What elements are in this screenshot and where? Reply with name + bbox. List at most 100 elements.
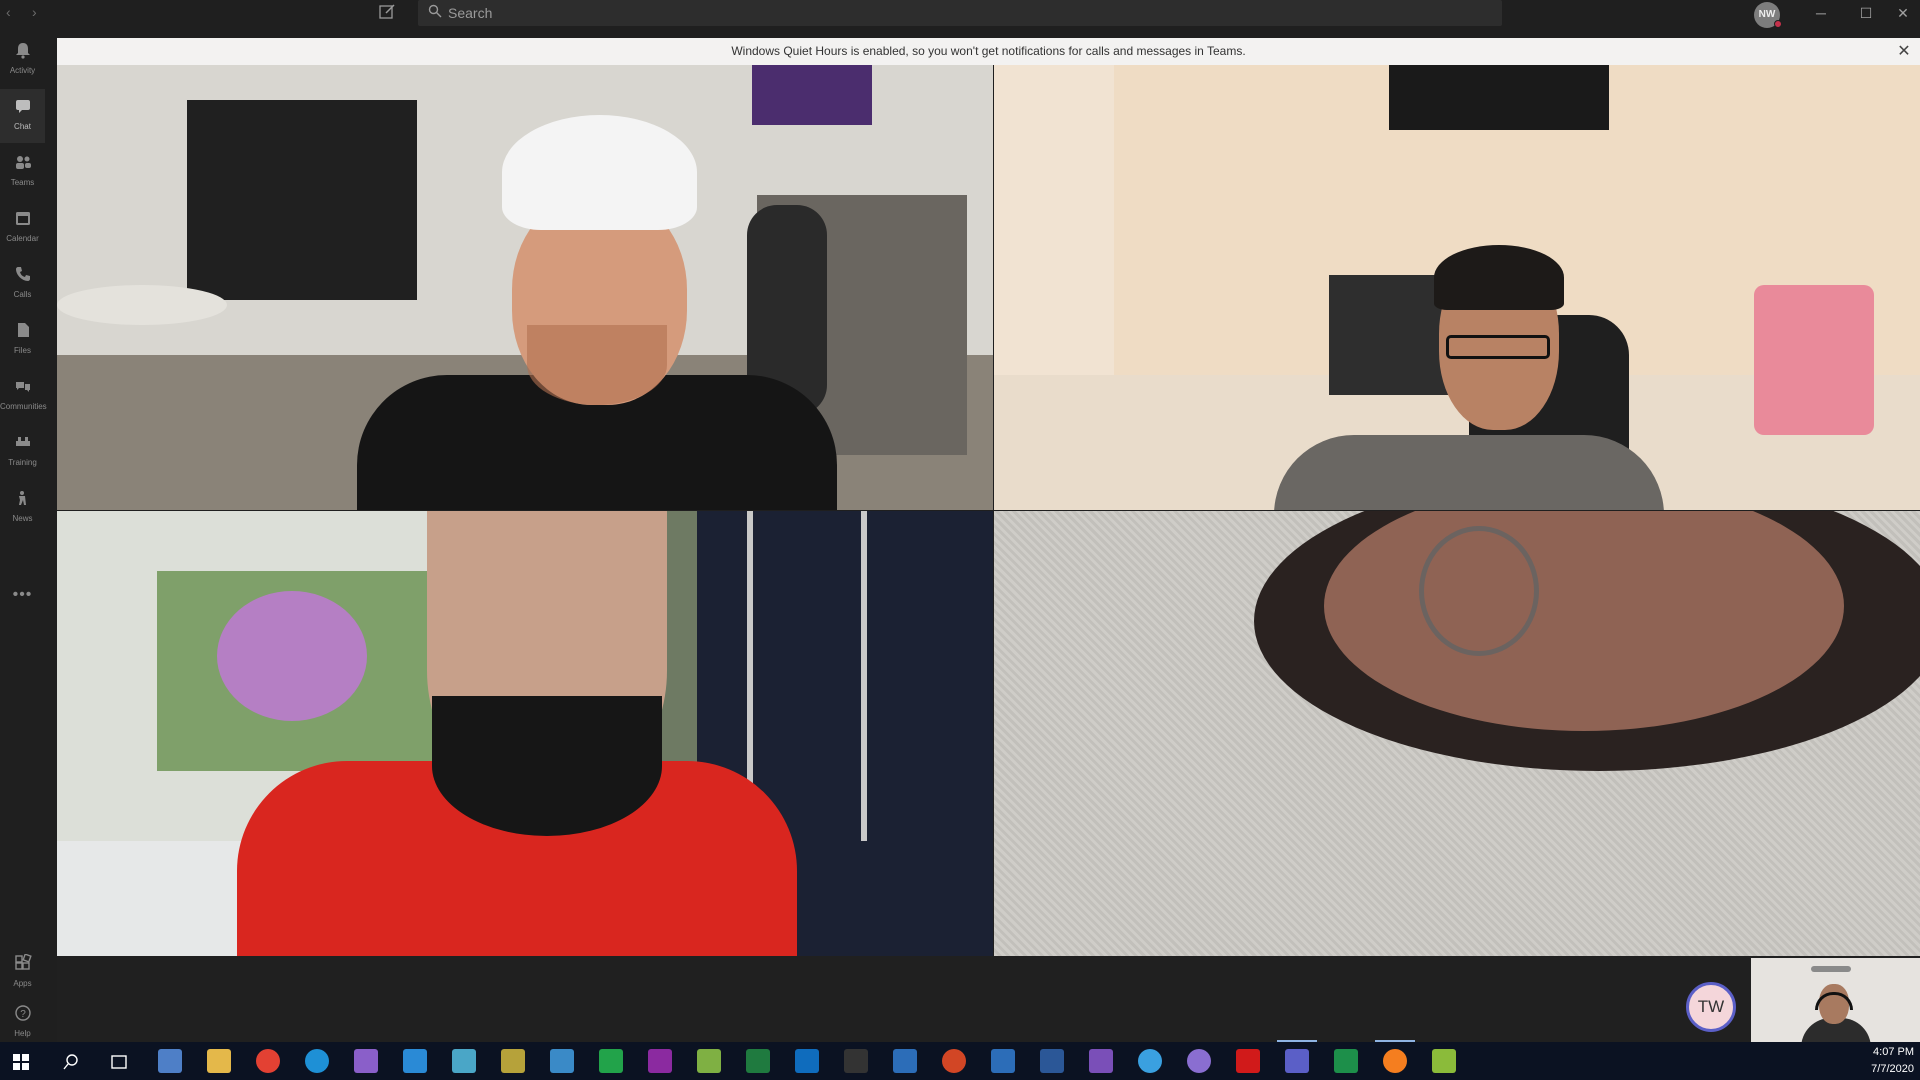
taskbar-search-icon[interactable] — [62, 1053, 80, 1071]
forward-arrow-icon[interactable]: › — [32, 4, 37, 20]
rail-label: Activity — [9, 66, 36, 75]
terminal-icon[interactable] — [844, 1049, 868, 1073]
compose-icon[interactable] — [378, 3, 398, 23]
clock-time: 4:07 PM — [1873, 1046, 1914, 1058]
chat-app-icon[interactable] — [1138, 1049, 1162, 1073]
stocks-icon[interactable] — [1334, 1049, 1358, 1073]
teams-active-indicator — [1277, 1040, 1317, 1042]
chrome-icon[interactable] — [256, 1049, 280, 1073]
rail-item-training[interactable]: Training — [0, 425, 45, 479]
task-view-icon[interactable] — [110, 1053, 128, 1071]
remote-desktop-icon[interactable] — [550, 1049, 574, 1073]
search-placeholder: Search — [448, 5, 493, 21]
rail-item-files[interactable]: Files — [0, 313, 45, 367]
participant-video-3[interactable] — [57, 511, 993, 956]
participant-video-1[interactable] — [57, 65, 993, 510]
powershell-icon[interactable] — [452, 1049, 476, 1073]
excel-icon[interactable] — [746, 1049, 770, 1073]
outlook-people-icon[interactable] — [158, 1049, 182, 1073]
rail-item-chat[interactable]: Chat — [0, 89, 45, 143]
azure-icon[interactable] — [893, 1049, 917, 1073]
tool-icon[interactable] — [501, 1049, 525, 1073]
vscode-icon[interactable] — [403, 1049, 427, 1073]
minimize-button[interactable]: ─ — [1798, 0, 1844, 26]
rail-label: Calls — [13, 290, 32, 299]
teams-icon — [15, 156, 31, 169]
participant-video-2[interactable] — [994, 65, 1920, 510]
bell-icon — [15, 43, 30, 59]
communities-icon — [15, 382, 30, 392]
rail-item-help[interactable]: ? Help — [0, 996, 45, 1042]
video-person-body — [1274, 435, 1664, 510]
windows-taskbar — [0, 1042, 1920, 1080]
svg-text:?: ? — [20, 1009, 26, 1020]
rail-item-calendar[interactable]: Calendar — [0, 201, 45, 255]
rail-label: Communities — [0, 402, 47, 411]
news-icon — [18, 491, 26, 505]
visual-studio-icon[interactable] — [354, 1049, 378, 1073]
rail-item-calls[interactable]: Calls — [0, 257, 45, 311]
quiet-hours-banner: Windows Quiet Hours is enabled, so you w… — [57, 38, 1920, 65]
windows-start-icon[interactable] — [12, 1053, 30, 1071]
snip-icon[interactable] — [1432, 1049, 1456, 1073]
rail-label: Calendar — [6, 234, 39, 243]
back-arrow-icon[interactable]: ‹ — [6, 4, 11, 20]
video-person-cap — [502, 115, 697, 230]
outlook-icon[interactable] — [795, 1049, 819, 1073]
video-table — [57, 285, 227, 325]
video-tv — [1389, 65, 1609, 130]
video-ceiling-fan — [1811, 966, 1851, 972]
rail-item-news[interactable]: News — [0, 481, 45, 535]
app-rail: Activity Chat Teams Calendar Calls Files… — [0, 28, 57, 1042]
notepad-icon[interactable] — [697, 1049, 721, 1073]
title-bar: ‹ › Search NW ─ ☐ ✕ — [0, 0, 1920, 28]
video-orchid — [217, 591, 367, 721]
rail-item-apps[interactable]: Apps — [0, 946, 45, 1000]
rail-item-teams[interactable]: Teams — [0, 145, 45, 199]
acrobat-icon[interactable] — [1236, 1049, 1260, 1073]
video-person-glasses — [1446, 335, 1550, 359]
video-person-glasses — [1419, 526, 1539, 656]
firefox-icon[interactable] — [1383, 1049, 1407, 1073]
app-green-icon[interactable] — [599, 1049, 623, 1073]
rail-label: Training — [8, 458, 37, 467]
search-icon — [428, 4, 442, 18]
video-person-beard — [432, 696, 662, 836]
onenote-icon[interactable] — [648, 1049, 672, 1073]
self-view-video[interactable] — [1751, 958, 1920, 1044]
rail-item-activity[interactable]: Activity — [0, 33, 45, 87]
search-input[interactable]: Search — [418, 0, 1502, 26]
word-icon[interactable] — [1040, 1049, 1064, 1073]
banner-text: Windows Quiet Hours is enabled, so you w… — [731, 44, 1246, 58]
close-window-button[interactable]: ✕ — [1886, 0, 1920, 26]
file-icon — [17, 323, 29, 337]
rail-label: Teams — [10, 178, 35, 187]
visio-icon[interactable] — [991, 1049, 1015, 1073]
teams-taskbar-icon[interactable] — [1285, 1049, 1309, 1073]
internet-explorer-icon[interactable] — [305, 1049, 329, 1073]
calendar-icon — [15, 212, 30, 225]
participant-video-4[interactable] — [994, 511, 1920, 956]
file-explorer-icon[interactable] — [207, 1049, 231, 1073]
rail-label: Help — [14, 1029, 31, 1038]
presence-dnd-icon — [1774, 20, 1782, 28]
visual-studio-2-icon[interactable] — [1089, 1049, 1113, 1073]
rail-item-communities[interactable]: Communities — [0, 369, 47, 423]
media-app-icon[interactable] — [1187, 1049, 1211, 1073]
video-person-beard — [527, 325, 667, 405]
powerpoint-icon[interactable] — [942, 1049, 966, 1073]
rail-label: Chat — [14, 122, 31, 131]
video-person-hair — [1434, 245, 1564, 310]
taskbar-clock[interactable]: 4:07 PM 7/7/2020 — [1871, 1044, 1914, 1078]
banner-close-button[interactable]: ✕ — [1892, 38, 1916, 65]
more-apps-button[interactable]: ••• — [0, 586, 45, 604]
video-poster — [752, 65, 872, 125]
participant-avatar-tw[interactable]: TW — [1686, 982, 1736, 1032]
help-icon: ? — [14, 1005, 31, 1021]
maximize-button[interactable]: ☐ — [1843, 0, 1889, 26]
rail-label: Apps — [13, 979, 32, 988]
chat-icon — [15, 100, 30, 113]
training-icon — [15, 437, 30, 446]
firefox-active-indicator — [1375, 1040, 1415, 1042]
phone-icon — [15, 267, 30, 281]
